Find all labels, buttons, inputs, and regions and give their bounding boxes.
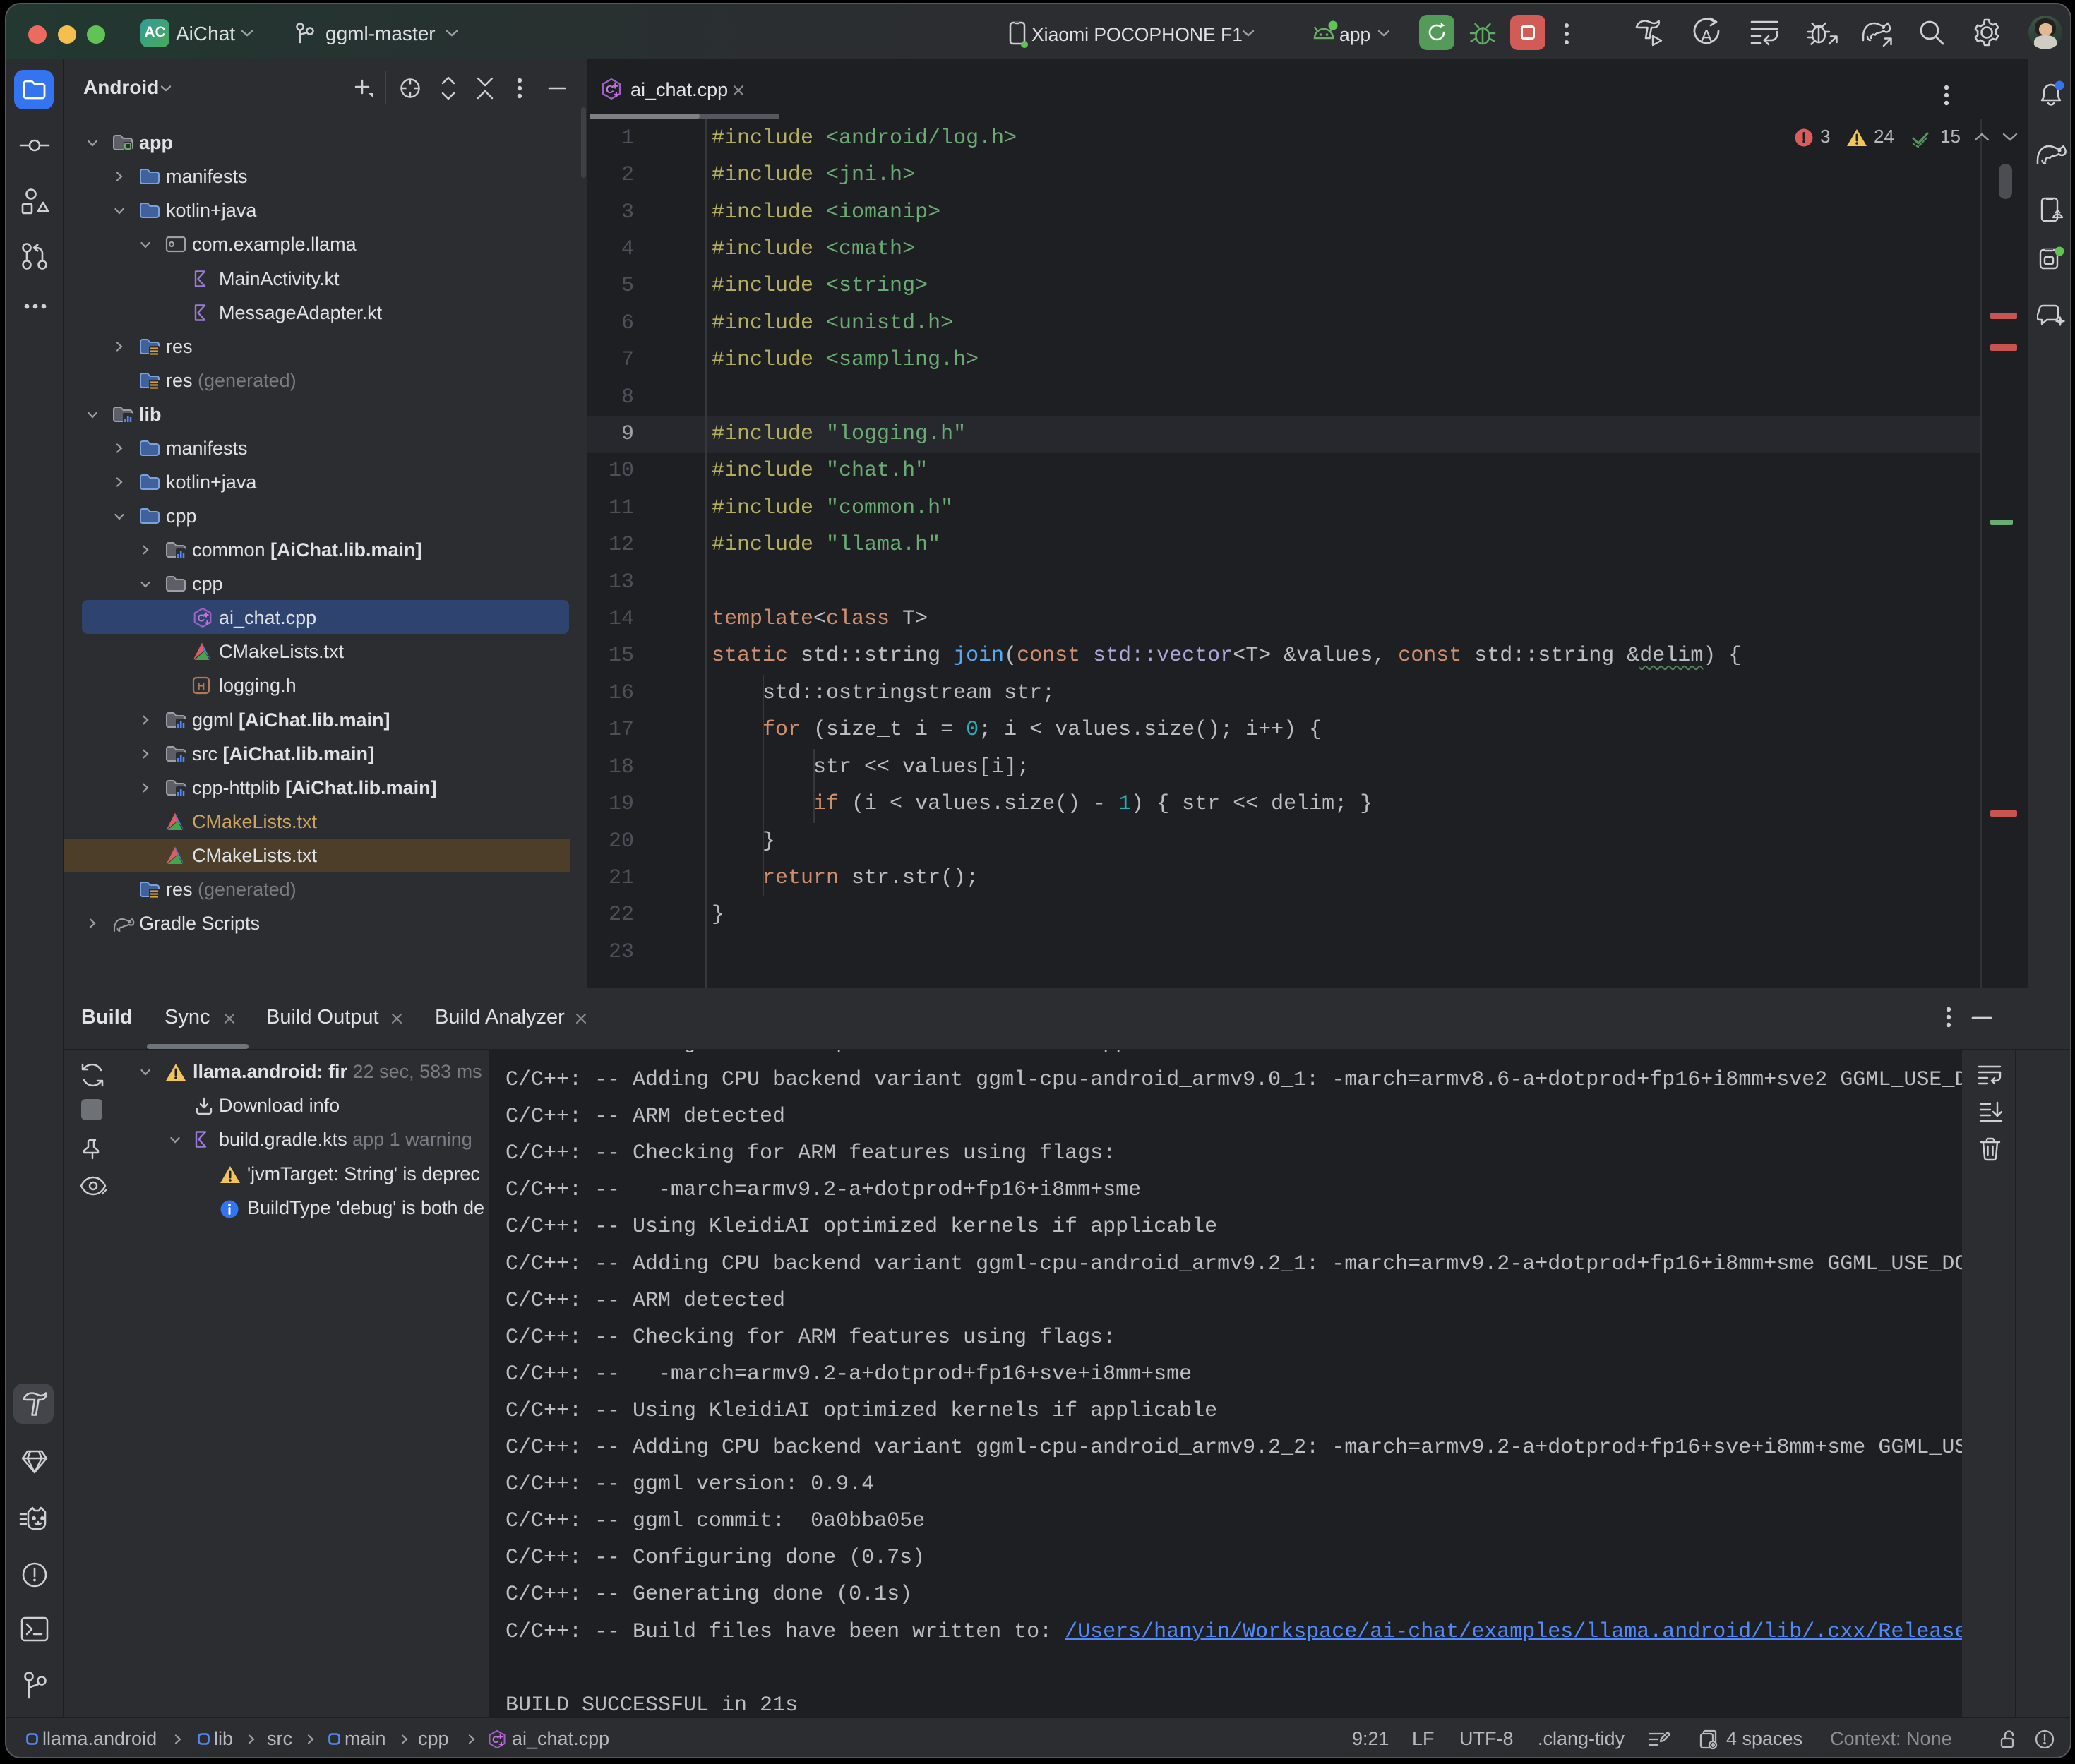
svg-text:H: H	[198, 680, 205, 692]
svg-text:A: A	[1701, 27, 1712, 46]
svg-text:C: C	[492, 1734, 499, 1745]
